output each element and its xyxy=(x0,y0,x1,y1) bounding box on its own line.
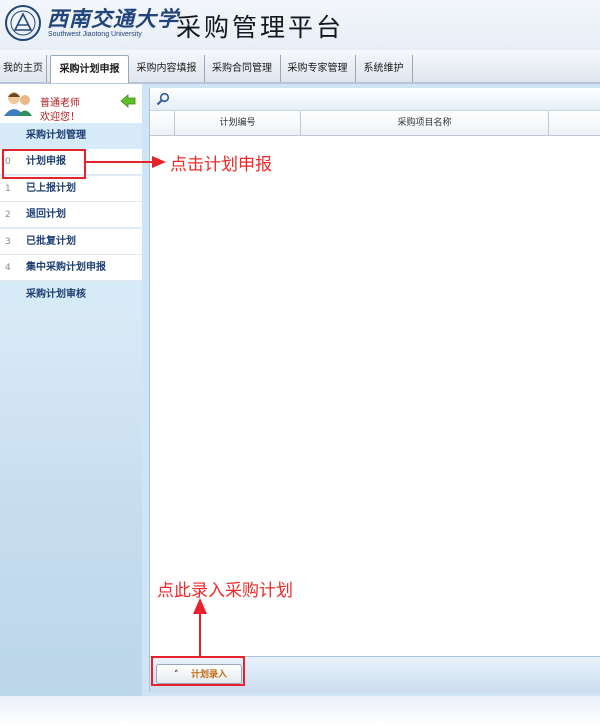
main-frame: 普通老师 欢迎您！ 采购计划管理 0 计划申报 1 已上报计划 2 退回计划 3… xyxy=(0,84,600,696)
menu-item-label: 集中采购计划申报 xyxy=(26,262,106,273)
app-title: 采购管理平台 xyxy=(176,13,345,42)
plan-entry-label: 计划录入 xyxy=(191,670,228,680)
user-panel: 普通老师 欢迎您！ xyxy=(0,84,142,123)
user-greeting: 欢迎您！ xyxy=(40,112,80,123)
section-plan-review[interactable]: 采购计划审核 xyxy=(0,282,142,308)
content-toolbar xyxy=(150,88,600,111)
menu-item-label: 计划申报 xyxy=(26,156,66,167)
menu-item-index: 1 xyxy=(5,184,11,194)
menu-item-index: 3 xyxy=(5,237,11,247)
column-project-name[interactable]: 采购项目名称 xyxy=(301,111,549,135)
menu-item-index: 2 xyxy=(5,210,11,220)
annotation-click-plan: 点击计划申报 xyxy=(170,155,272,175)
collapse-arrow-icon[interactable] xyxy=(120,94,136,108)
tab-system-maintenance[interactable]: 系统维护 xyxy=(355,55,413,82)
menu-item-index: 0 xyxy=(5,157,11,167)
sidebar-item-returned-plans[interactable]: 2 退回计划 xyxy=(0,202,142,228)
menu-item-index: 4 xyxy=(5,263,11,273)
menu-item-label: 已上报计划 xyxy=(26,183,76,194)
menu-item-label: 退回计划 xyxy=(26,209,66,220)
tab-my-home[interactable]: 我的主页 xyxy=(0,55,47,82)
section-plan-management[interactable]: 采购计划管理 xyxy=(0,123,142,149)
university-name-en: Southwest Jiaotong University xyxy=(48,31,142,38)
grid-extra-column xyxy=(549,111,600,135)
tab-contract-management[interactable]: 采购合同管理 xyxy=(204,55,281,82)
sidebar: 普通老师 欢迎您！ 采购计划管理 0 计划申报 1 已上报计划 2 退回计划 3… xyxy=(0,84,142,696)
sidebar-item-reported-plans[interactable]: 1 已上报计划 xyxy=(0,176,142,202)
content-bottom-bar: ˄ 计划录入 xyxy=(150,656,600,693)
university-emblem-icon xyxy=(5,5,41,41)
user-name: 普通老师 xyxy=(40,98,80,109)
grid-header: 计划编号 采购项目名称 xyxy=(150,111,600,136)
tab-plan-declaration[interactable]: 采购计划申报 xyxy=(50,55,129,83)
tab-expert-management[interactable]: 采购专家管理 xyxy=(280,55,356,82)
plan-entry-button[interactable]: ˄ 计划录入 xyxy=(156,664,242,684)
grid-checkbox-column xyxy=(150,111,175,135)
annotation-enter-plan: 点此录入采购计划 xyxy=(157,581,293,601)
main-nav: 我的主页 采购计划申报 采购内容填报 采购合同管理 采购专家管理 系统维护 xyxy=(0,50,600,84)
content-panel: 计划编号 采购项目名称 ˄ 计划录入 xyxy=(149,88,600,693)
tab-content-filling[interactable]: 采购内容填报 xyxy=(129,55,205,82)
menu-item-label: 已批复计划 xyxy=(26,236,76,247)
column-plan-number[interactable]: 计划编号 xyxy=(175,111,301,135)
sidebar-item-centralized-plan-declaration[interactable]: 4 集中采购计划申报 xyxy=(0,255,142,281)
user-avatar-icon xyxy=(4,92,32,116)
search-icon[interactable] xyxy=(156,92,170,106)
sidebar-item-approved-plans[interactable]: 3 已批复计划 xyxy=(0,229,142,255)
app-header: 西南交通大学 Southwest Jiaotong University 采购管… xyxy=(0,0,600,50)
page-footer xyxy=(0,696,600,726)
university-name-cn: 西南交通大学 xyxy=(47,6,179,31)
sidebar-item-plan-declaration[interactable]: 0 计划申报 xyxy=(0,149,142,175)
caret-up-icon: ˄ xyxy=(174,670,179,680)
